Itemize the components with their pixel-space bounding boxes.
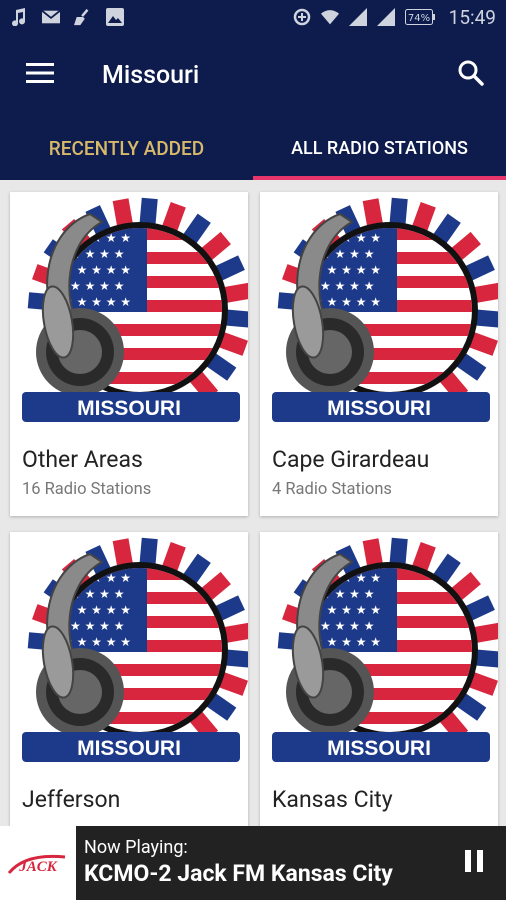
logo-badge-text: MISSOURI	[327, 737, 431, 760]
region-card[interactable]: MISSOURI Other Areas 16 Radio Stations	[10, 192, 248, 516]
tab-bar: RECENTLY ADDED ALL RADIO STATIONS	[0, 116, 506, 180]
station-count: 16 Radio Stations	[22, 480, 152, 499]
search-icon	[458, 60, 484, 90]
station-logo: MISSOURI	[260, 192, 498, 428]
mail-icon	[42, 8, 60, 26]
music-icon	[10, 8, 28, 26]
battery-icon: 74%	[404, 8, 435, 26]
region-name: Cape Girardeau	[272, 446, 430, 473]
hamburger-icon	[26, 62, 54, 88]
region-name: Kansas City	[272, 786, 393, 813]
now-playing-text: Now Playing: KCMO-2 Jack FM Kansas City	[84, 837, 393, 889]
signal-icon	[376, 8, 395, 26]
station-logo: MISSOURI	[10, 532, 248, 768]
logo-badge-text: MISSOURI	[77, 397, 181, 420]
tab-recently-added[interactable]: RECENTLY ADDED	[0, 116, 253, 180]
station-thumbnail: JACK	[0, 826, 76, 900]
region-card[interactable]: MISSOURI Cape Girardeau 4 Radio Stations	[260, 192, 498, 516]
image-icon	[106, 8, 124, 26]
battery-text: 74%	[408, 13, 430, 24]
broom-icon	[74, 8, 92, 26]
now-playing-bar[interactable]: JACK Now Playing: KCMO-2 Jack FM Kansas …	[0, 826, 506, 900]
region-card[interactable]: MISSOURI Jefferson	[10, 532, 248, 826]
station-grid: MISSOURI Other Areas 16 Radio Stations M…	[0, 180, 506, 826]
pause-button[interactable]	[442, 826, 506, 900]
region-name: Other Areas	[22, 446, 143, 473]
station-count: 4 Radio Stations	[272, 480, 392, 499]
page-title: Missouri	[102, 60, 200, 90]
pause-icon	[465, 850, 483, 876]
menu-button[interactable]	[0, 34, 80, 116]
tab-all-radio-stations[interactable]: ALL RADIO STATIONS	[253, 116, 506, 180]
system-icons: 74% 15:49	[293, 6, 496, 29]
wifi-icon	[320, 8, 339, 26]
status-bar: 74% 15:49	[0, 0, 506, 34]
now-playing-title: KCMO-2 Jack FM Kansas City	[84, 860, 393, 887]
signal-icon	[348, 8, 367, 26]
region-card[interactable]: MISSOURI Kansas City	[260, 532, 498, 826]
notification-icons	[10, 8, 124, 26]
clock: 15:49	[448, 5, 496, 29]
logo-badge-text: MISSOURI	[77, 737, 181, 760]
logo-badge-text: MISSOURI	[327, 397, 431, 420]
app-bar: Missouri	[0, 34, 506, 116]
data-saver-icon	[293, 8, 311, 26]
tab-label: ALL RADIO STATIONS	[291, 137, 468, 159]
region-name: Jefferson	[22, 786, 121, 813]
station-logo: MISSOURI	[260, 532, 498, 768]
station-logo: MISSOURI	[10, 192, 248, 428]
search-button[interactable]	[436, 34, 506, 116]
now-playing-label: Now Playing:	[84, 837, 188, 858]
jack-logo-text: JACK	[18, 859, 58, 875]
